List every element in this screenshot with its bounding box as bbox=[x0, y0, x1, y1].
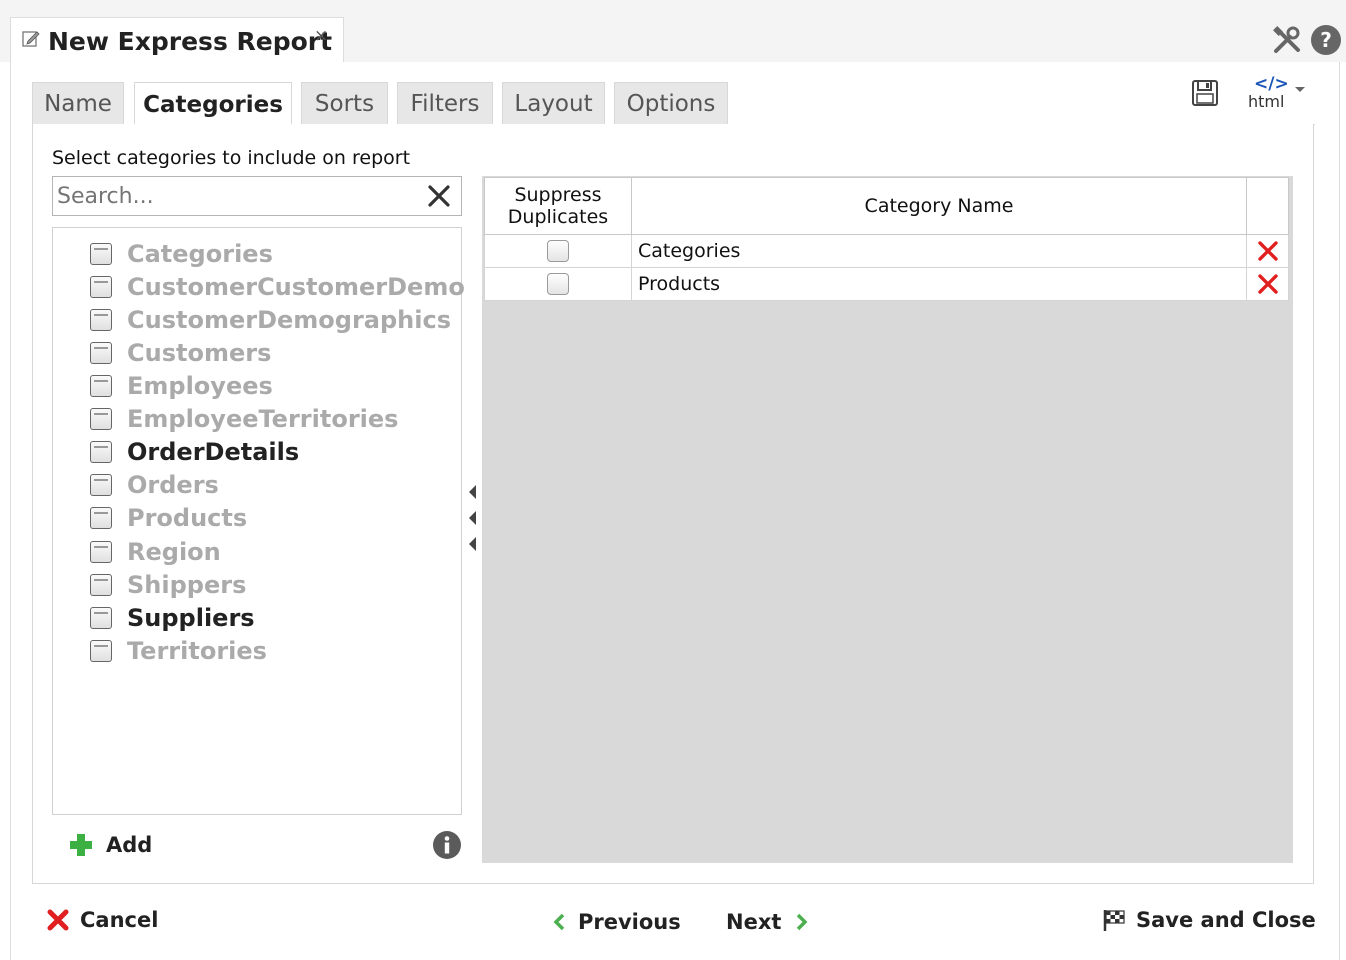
tab-name[interactable]: Name bbox=[32, 82, 124, 124]
list-item-label: OrderDetails bbox=[127, 437, 300, 466]
next-button[interactable]: Next bbox=[726, 910, 809, 934]
header-line: Duplicates bbox=[507, 206, 609, 228]
list-item-label: Categories bbox=[127, 239, 273, 268]
list-item-label: EmployeeTerritories bbox=[127, 404, 399, 433]
delete-cell bbox=[1246, 267, 1289, 301]
chevron-left-icon bbox=[553, 913, 565, 931]
list-item[interactable]: Employees bbox=[90, 369, 273, 402]
document-title: New Express Report bbox=[48, 27, 333, 56]
list-item-label: Employees bbox=[127, 371, 273, 400]
tab-options[interactable]: Options bbox=[614, 82, 728, 124]
category-name-cell: Products bbox=[631, 267, 1247, 301]
table-icon bbox=[90, 407, 112, 430]
save-and-close-label: Save and Close bbox=[1136, 908, 1316, 932]
edit-document-icon bbox=[22, 31, 40, 47]
table-icon bbox=[90, 506, 112, 529]
list-item[interactable]: Orders bbox=[90, 468, 219, 501]
cancel-button[interactable]: Cancel bbox=[46, 908, 158, 932]
table-icon bbox=[90, 606, 112, 629]
table-icon bbox=[90, 308, 112, 331]
list-item[interactable]: Shippers bbox=[90, 568, 246, 601]
save-and-close-button[interactable]: Save and Close bbox=[1102, 908, 1316, 932]
tab-categories[interactable]: Categories bbox=[134, 82, 292, 127]
table-icon bbox=[90, 440, 112, 463]
tools-icon[interactable] bbox=[1272, 25, 1302, 55]
chevron-down-icon bbox=[1295, 87, 1305, 92]
header-line: Suppress bbox=[514, 184, 602, 206]
suppress-duplicates-header[interactable]: Suppress Duplicates bbox=[484, 177, 632, 235]
search-input[interactable] bbox=[57, 181, 417, 211]
code-icon: </> bbox=[1254, 74, 1289, 94]
list-item-label: Customers bbox=[127, 338, 272, 367]
category-name-header[interactable]: Category Name bbox=[631, 177, 1247, 235]
table-icon bbox=[90, 540, 112, 563]
list-item[interactable]: Territories bbox=[90, 634, 267, 667]
save-icon[interactable] bbox=[1190, 78, 1220, 108]
cancel-icon bbox=[47, 909, 69, 931]
table-icon bbox=[90, 275, 112, 298]
list-item[interactable]: CustomerCustomerDemo bbox=[90, 270, 465, 303]
help-icon[interactable]: ? bbox=[1310, 24, 1342, 56]
list-item-label: Territories bbox=[127, 636, 267, 665]
table-icon bbox=[90, 242, 112, 265]
delete-header bbox=[1246, 177, 1289, 235]
collapse-panel-icon[interactable] bbox=[465, 480, 479, 555]
category-name-cell: Categories bbox=[631, 234, 1247, 268]
tab-layout[interactable]: Layout bbox=[502, 82, 605, 124]
table-icon bbox=[90, 374, 112, 397]
html-export-button[interactable]: </> html bbox=[1244, 72, 1314, 114]
checkered-flag-icon bbox=[1103, 910, 1125, 931]
list-item[interactable]: Suppliers bbox=[90, 601, 255, 634]
tab-filters[interactable]: Filters bbox=[397, 82, 493, 124]
tab-sorts[interactable]: Sorts bbox=[301, 82, 388, 124]
list-item[interactable]: Categories bbox=[90, 237, 273, 270]
table-row: Categories bbox=[484, 234, 1289, 268]
suppress-cell bbox=[484, 234, 632, 268]
list-item-label: Products bbox=[127, 503, 248, 532]
list-item[interactable]: Products bbox=[90, 501, 247, 534]
chevron-right-icon bbox=[797, 913, 808, 931]
list-item[interactable]: Region bbox=[90, 535, 221, 568]
cancel-label: Cancel bbox=[80, 908, 159, 932]
selected-categories-grid: Suppress Duplicates Category Name Catego… bbox=[482, 176, 1293, 863]
previous-label: Previous bbox=[578, 910, 681, 934]
svg-text:?: ? bbox=[1320, 28, 1332, 52]
list-item-label: Region bbox=[127, 537, 221, 566]
suppress-cell bbox=[484, 267, 632, 301]
plus-icon bbox=[70, 834, 92, 856]
table-row: Products bbox=[484, 267, 1289, 301]
categories-table: Suppress Duplicates Category Name Catego… bbox=[484, 177, 1289, 301]
table-icon bbox=[90, 639, 112, 662]
list-item[interactable]: OrderDetails bbox=[90, 435, 299, 468]
add-button[interactable]: Add bbox=[68, 828, 152, 862]
list-item-label: Shippers bbox=[127, 570, 247, 599]
table-icon bbox=[90, 573, 112, 596]
list-item[interactable]: CustomerDemographics bbox=[90, 303, 451, 336]
suppress-checkbox[interactable] bbox=[547, 273, 569, 296]
html-label: html bbox=[1248, 92, 1285, 111]
previous-button[interactable]: Previous bbox=[552, 910, 681, 934]
delete-icon[interactable] bbox=[1257, 273, 1279, 295]
list-item-label: CustomerCustomerDemo bbox=[127, 272, 465, 301]
suppress-checkbox[interactable] bbox=[547, 240, 569, 263]
search-box bbox=[52, 176, 462, 216]
list-item-label: Suppliers bbox=[127, 603, 255, 632]
delete-cell bbox=[1246, 234, 1289, 268]
close-tab-icon[interactable]: × bbox=[314, 26, 328, 46]
table-icon bbox=[90, 341, 112, 364]
info-icon[interactable] bbox=[432, 830, 462, 860]
table-icon bbox=[90, 473, 112, 496]
add-label: Add bbox=[106, 833, 153, 857]
list-item-label: Orders bbox=[127, 470, 219, 499]
clear-search-icon[interactable] bbox=[426, 183, 452, 209]
instructions-label: Select categories to include on report bbox=[52, 147, 411, 169]
list-item-label: CustomerDemographics bbox=[127, 305, 451, 334]
list-item[interactable]: Customers bbox=[90, 336, 271, 369]
next-label: Next bbox=[726, 910, 782, 934]
list-item[interactable]: EmployeeTerritories bbox=[90, 402, 398, 435]
delete-icon[interactable] bbox=[1257, 240, 1279, 262]
